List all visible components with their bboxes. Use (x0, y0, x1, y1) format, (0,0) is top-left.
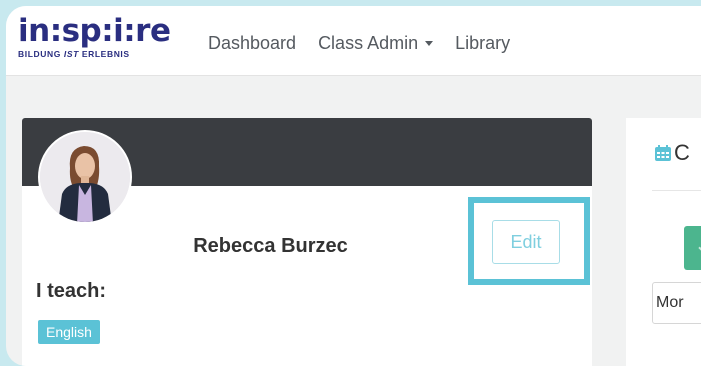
calendar-card: C Mor (626, 118, 701, 366)
nav-class-admin-label: Class Admin (318, 33, 419, 53)
edit-profile-button[interactable]: Edit (492, 220, 560, 264)
teacher-name: Rebecca Burzec (193, 235, 348, 257)
month-view-button[interactable]: Mor (652, 282, 701, 324)
calendar-icon (655, 145, 671, 161)
main-nav: Dashboard Class Admin Library (208, 32, 510, 54)
calendar-action-button[interactable] (684, 226, 701, 270)
nav-dashboard[interactable]: Dashboard (208, 32, 296, 54)
subject-tag: English (38, 320, 100, 344)
teach-heading: I teach: (36, 280, 107, 302)
logo-tagline: BILDUNG IST ERLEBNIS (18, 49, 130, 59)
nav-library[interactable]: Library (455, 32, 510, 54)
divider (652, 190, 701, 191)
calendar-card-title: C (674, 140, 690, 165)
inspire-logo[interactable]: in:sp:i:re BILDUNG IST ERLEBNIS (18, 13, 171, 59)
nav-class-admin[interactable]: Class Admin (318, 32, 434, 54)
logo-wordmark: in:sp:i:re (18, 13, 171, 49)
top-navbar: in:sp:i:re BILDUNG IST ERLEBNIS Dashboar… (6, 6, 701, 76)
app-window: in:sp:i:re BILDUNG IST ERLEBNIS Dashboar… (6, 6, 701, 366)
avatar-photo-icon (40, 132, 130, 222)
caret-down-icon (425, 40, 434, 46)
avatar (38, 130, 132, 224)
